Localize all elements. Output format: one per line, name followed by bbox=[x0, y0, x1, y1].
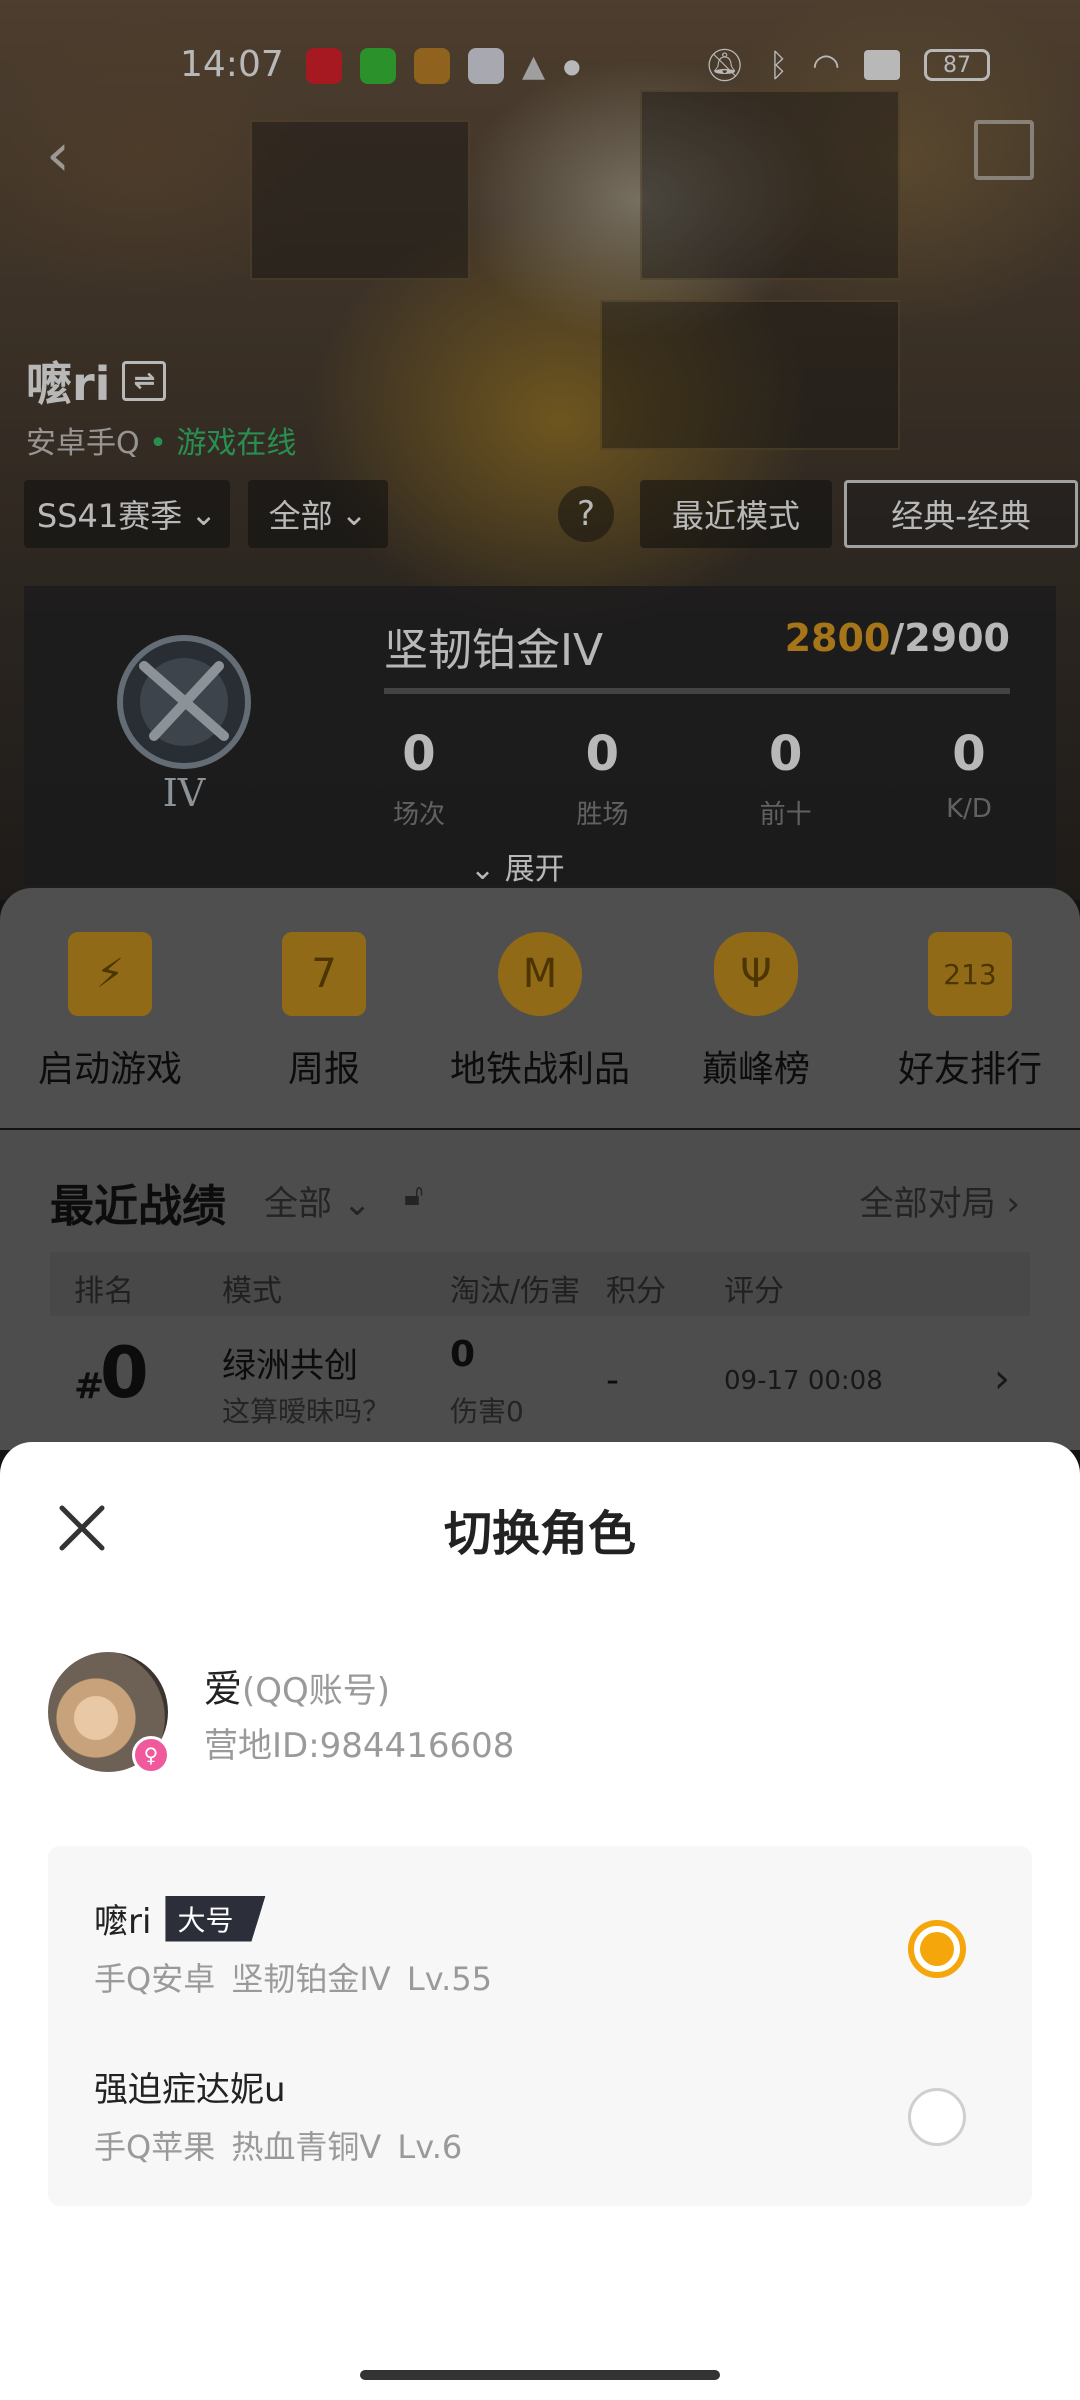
main-account-badge: 大号 bbox=[165, 1895, 266, 1942]
radio-selected[interactable] bbox=[908, 1920, 966, 1978]
role-name: 强迫症达妮u bbox=[94, 2070, 286, 2110]
role-option-secondary[interactable]: 强迫症达妮u 手Q苹果 热血青铜V Lv.6 bbox=[48, 2026, 1032, 2194]
radio-unselected[interactable] bbox=[908, 2088, 966, 2146]
sheet-title: 切换角色 bbox=[443, 1506, 636, 1562]
female-icon: ♀ bbox=[132, 1736, 170, 1774]
account-tag: (QQ账号) bbox=[242, 1671, 391, 1711]
account-name-row: 爱(QQ账号) bbox=[204, 1658, 390, 1713]
account-info: ♀ 爱(QQ账号) 营地ID:984416608 bbox=[48, 1652, 1028, 1782]
home-indicator[interactable] bbox=[360, 2370, 720, 2380]
role-list: 嚒ri 大号 手Q安卓 坚韧铂金IV Lv.55 强迫症达妮u 手Q苹果 热血青… bbox=[48, 1846, 1032, 2206]
role-name: 嚒ri bbox=[94, 1902, 152, 1942]
role-name-row: 强迫症达妮u bbox=[94, 2062, 286, 2111]
role-option-main[interactable]: 嚒ri 大号 手Q安卓 坚韧铂金IV Lv.55 bbox=[48, 1858, 1032, 2026]
account-name: 爱 bbox=[204, 1667, 243, 1711]
role-detail: 手Q苹果 热血青铜V Lv.6 bbox=[94, 2128, 463, 2166]
role-detail: 手Q安卓 坚韧铂金IV Lv.55 bbox=[94, 1960, 493, 1998]
switch-role-sheet: 切换角色 ♀ 爱(QQ账号) 营地ID:984416608 嚒ri 大号 手Q安… bbox=[0, 1442, 1080, 2400]
role-name-row: 嚒ri 大号 bbox=[94, 1894, 266, 1943]
account-id: 营地ID:984416608 bbox=[204, 1726, 515, 1766]
